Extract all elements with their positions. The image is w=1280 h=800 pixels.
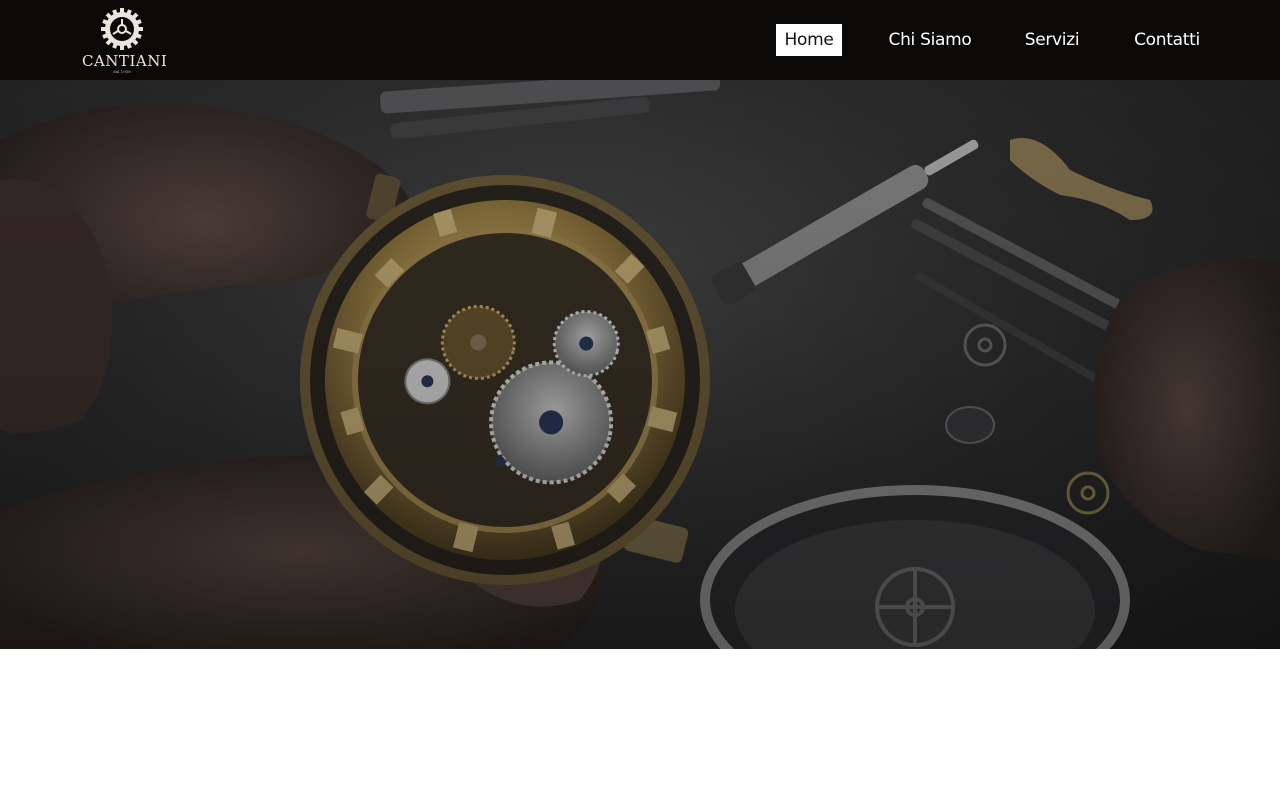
nav-item-home[interactable]: Home <box>776 24 842 56</box>
content-area <box>0 649 1280 800</box>
nav-item-contatti[interactable]: Contatti <box>1132 24 1202 56</box>
main-nav: Home Chi Siamo Servizi Contatti <box>776 24 1204 56</box>
brand-name: CANTIANI <box>82 52 168 70</box>
hero-banner <box>0 80 1280 649</box>
nav-item-servizi[interactable]: Servizi <box>1022 24 1082 56</box>
nav-item-chi-siamo[interactable]: Chi Siamo <box>884 24 976 56</box>
gear-logo-icon <box>101 8 143 50</box>
brand-logo[interactable]: CANTIANI dal 1958 <box>82 6 168 76</box>
site-header: CANTIANI dal 1958 Home Chi Siamo Servizi… <box>0 0 1280 80</box>
hero-watchmaker-image <box>0 80 1280 649</box>
